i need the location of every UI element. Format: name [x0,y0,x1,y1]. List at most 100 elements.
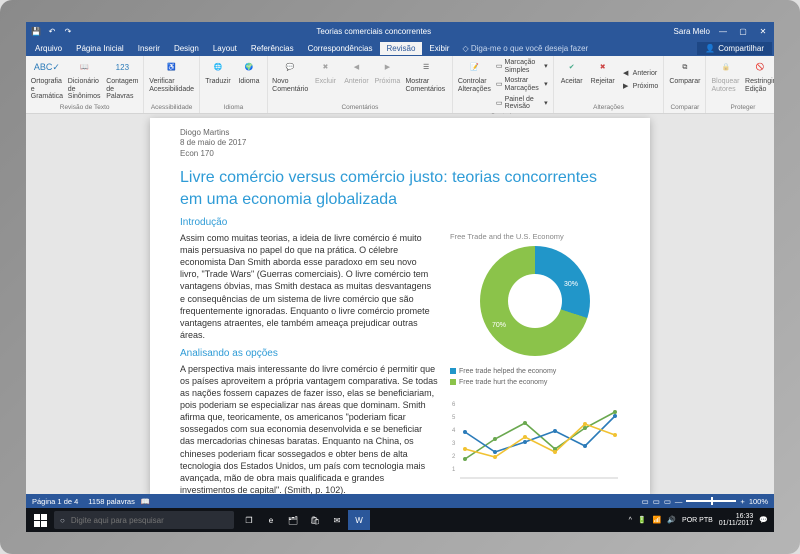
accept-button[interactable]: ✔Aceitar [558,58,586,103]
window-title: Teorias comerciais concorrentes [74,27,674,36]
close-button[interactable]: ✕ [756,27,770,36]
translate-button[interactable]: 🌐Traduzir [204,58,232,103]
redo-icon[interactable]: ↷ [62,25,74,37]
tab-layout[interactable]: Layout [206,42,244,55]
lang-indicator[interactable]: POR PTB [682,517,713,524]
page[interactable]: Diogo Martins 8 de maio de 2017 Econ 170… [150,118,650,494]
thesaurus-button[interactable]: 📖Dicionário de Sinônimos [67,58,103,103]
tab-arquivo[interactable]: Arquivo [28,42,69,55]
next-icon: ▶ [378,59,396,77]
show-comments-button[interactable]: ☰Mostrar Comentários [404,58,447,103]
group-comments: 💬Novo Comentário ✖Excluir ◀Anterior ▶Pró… [268,56,453,113]
taskbar-search[interactable]: ○ [54,511,234,529]
view-read-icon[interactable]: ▭ [642,497,649,506]
spell-status-icon[interactable]: 📖 [141,497,150,506]
legend-item: Free trade helped the economy [459,368,556,375]
zoom-in-button[interactable]: + [740,497,744,506]
group-label: Comentários [272,103,448,111]
document-area[interactable]: Diogo Martins 8 de maio de 2017 Econ 170… [26,114,774,494]
compare-button[interactable]: ⧉Comparar [668,58,701,103]
doc-course: Econ 170 [180,149,620,159]
volume-icon[interactable]: 🔊 [667,516,676,524]
tab-correspondencias[interactable]: Correspondências [301,42,380,55]
language-button[interactable]: 🌍Idioma [235,58,263,103]
heading-intro: Introdução [180,216,620,230]
show-markup-dropdown[interactable]: ▭Mostrar Marcações ▾ [495,76,549,93]
explorer-icon[interactable]: 🗂 [282,510,304,530]
svg-text:1: 1 [452,467,456,473]
delete-comment-button: ✖Excluir [311,58,339,103]
tray-up-icon[interactable]: ^ [629,517,632,524]
undo-icon[interactable]: ↶ [46,25,58,37]
tab-revisao[interactable]: Revisão [380,42,423,55]
track-changes-button[interactable]: 📝Controlar Alterações [457,58,492,112]
restrict-edit-button[interactable]: 🚫Restringir Edição [745,58,774,103]
group-changes: ✔Aceitar ✖Rejeitar ◀Anterior ▶Próximo Al… [554,56,665,113]
screen: 💾 ↶ ↷ Teorias comerciais concorrentes Sa… [26,22,774,532]
next-change-button[interactable]: ▶Próximo [620,81,660,93]
doc-author: Diogo Martins [180,128,620,138]
search-input[interactable] [71,516,228,525]
spelling-button[interactable]: ABC✓Ortografia e Gramática [30,58,64,103]
heading-options: Analisando as opções [180,347,438,361]
abc-check-icon: ABC✓ [38,59,56,77]
tab-exibir[interactable]: Exibir [422,42,456,55]
page-indicator[interactable]: Página 1 de 4 [32,497,78,506]
prev-change-button[interactable]: ◀Anterior [620,68,660,80]
group-label: Alterações [558,103,660,111]
quick-access: 💾 ↶ ↷ [30,25,74,37]
tab-inserir[interactable]: Inserir [131,42,167,55]
zoom-out-button[interactable]: — [675,497,683,506]
group-language: 🌐Traduzir 🌍Idioma Idioma [200,56,268,113]
tablet-bezel: 💾 ↶ ↷ Teorias comerciais concorrentes Sa… [0,0,800,554]
share-icon: 👤 [705,44,715,53]
save-icon[interactable]: 💾 [30,25,42,37]
accessibility-button[interactable]: ♿Verificar Acessibilidade [148,58,195,103]
store-icon[interactable]: 🛍 [304,510,326,530]
ribbon: ABC✓Ortografia e Gramática 📖Dicionário d… [26,56,774,114]
delete-icon: ✖ [316,59,334,77]
share-button[interactable]: 👤 Compartilhar [697,42,772,55]
tell-me-input[interactable]: ◇ Diga-me o que você deseja fazer [456,44,697,53]
line-series-c [465,424,615,457]
new-comment-button[interactable]: 💬Novo Comentário [272,58,308,103]
zoom-slider[interactable] [686,500,736,502]
maximize-button[interactable]: ▢ [736,27,750,36]
tab-design[interactable]: Design [167,42,206,55]
svg-text:6: 6 [452,402,456,408]
start-button[interactable] [30,510,50,530]
legend-swatch-icon [450,379,456,385]
word-icon[interactable]: W [348,510,370,530]
notifications-icon[interactable]: 💬 [759,516,768,524]
doc-date: 8 de maio de 2017 [180,138,620,148]
view-web-icon[interactable]: ▭ [664,497,671,506]
wifi-icon[interactable]: 📶 [653,516,662,524]
tab-pagina-inicial[interactable]: Página Inicial [69,42,131,55]
track-icon: 📝 [465,59,483,77]
markup-dropdown[interactable]: ▭Marcação Simples ▾ [495,58,549,75]
donut-chart: 30% 70% [480,246,590,356]
legend-swatch-icon [450,368,456,374]
battery-icon[interactable]: 🔋 [638,516,647,524]
zoom-level[interactable]: 100% [749,497,768,506]
svg-text:4: 4 [452,428,456,434]
mail-icon[interactable]: ✉ [326,510,348,530]
word-count[interactable]: 1158 palavras [88,497,135,506]
donut-label-70: 70% [492,321,506,330]
tab-referencias[interactable]: Referências [244,42,301,55]
svg-text:5: 5 [452,415,456,421]
svg-text:3: 3 [452,441,456,447]
book-icon: 📖 [76,59,94,77]
review-panel-dropdown[interactable]: ▭Painel de Revisão ▾ [495,95,549,112]
clock[interactable]: 16:3301/11/2017 [719,513,754,528]
word-count-button[interactable]: 123Contagem de Palavras [105,58,139,103]
group-proofing: ABC✓Ortografia e Gramática 📖Dicionário d… [26,56,144,113]
user-name[interactable]: Sara Melo [674,27,710,36]
edge-icon[interactable]: e [260,510,282,530]
accept-icon: ✔ [563,59,581,77]
reject-button[interactable]: ✖Rejeitar [589,58,617,103]
task-view-icon[interactable]: ❐ [238,510,260,530]
minimize-button[interactable]: — [716,27,730,36]
view-print-icon[interactable]: ▭ [653,497,660,506]
list-icon: ☰ [417,59,435,77]
